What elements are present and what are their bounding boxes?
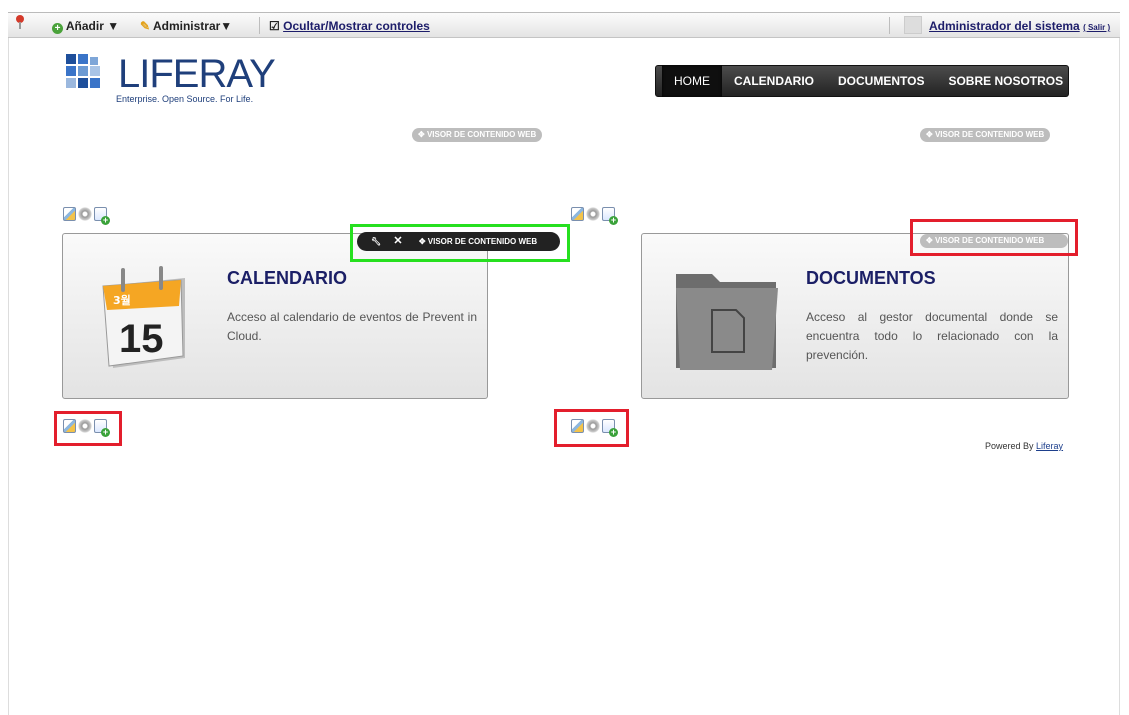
dockbar-divider	[259, 17, 260, 34]
logo-wordmark: LIFERAY	[118, 52, 276, 96]
portlet-actions	[571, 207, 619, 225]
move-icon: ✥	[418, 130, 425, 139]
add-page-icon[interactable]	[601, 207, 619, 225]
gear-icon[interactable]	[78, 207, 92, 221]
pencil-icon: ✎	[140, 19, 151, 33]
calendar-icon: 3월 15	[99, 264, 191, 370]
portlet-label-text: VISOR DE CONTENIDO WEB	[426, 130, 537, 139]
nav-item-sobre-nosotros[interactable]: SOBRE NOSOTROS	[936, 65, 1075, 97]
nav-item-home[interactable]: HOME	[662, 65, 722, 97]
highlight-red	[910, 219, 1078, 256]
portlet-label-top-left[interactable]: ✥ VISOR DE CONTENIDO WEB	[412, 128, 543, 142]
calendar-icon-month: 3월	[113, 293, 131, 307]
highlight-green	[350, 224, 570, 262]
logout-link[interactable]: ( Salir )	[1083, 23, 1110, 32]
liferay-pin-icon[interactable]	[14, 13, 26, 37]
add-menu[interactable]: + Añadir ▼	[52, 13, 119, 37]
add-page-icon[interactable]	[93, 207, 111, 225]
highlight-red	[54, 411, 122, 446]
user-name[interactable]: Administrador del sistema	[929, 19, 1080, 33]
portlet-actions	[63, 207, 111, 225]
powered-by: Powered By Liferay	[985, 441, 1063, 451]
portlet-label-text: VISOR DE CONTENIDO WEB	[934, 130, 1045, 139]
toggle-controls[interactable]: ☑ Ocultar/Mostrar controles	[269, 13, 430, 37]
dockbar-divider	[889, 17, 890, 34]
manage-menu-label: Administrar▼	[152, 19, 233, 33]
portlet-label-top-right[interactable]: ✥ VISOR DE CONTENIDO WEB	[920, 128, 1051, 142]
logo-tagline: Enterprise. Open Source. For Life.	[116, 94, 254, 104]
liferay-logo-icon	[66, 54, 100, 88]
checkbox-icon: ☑	[269, 19, 280, 33]
liferay-link[interactable]: Liferay	[1036, 441, 1063, 451]
calendar-title: CALENDARIO	[227, 268, 347, 288]
highlight-red	[554, 409, 629, 447]
move-icon: ✥	[926, 130, 933, 139]
gear-icon[interactable]	[586, 207, 600, 221]
documents-description: Acceso al gestor documental donde se enc…	[806, 310, 1058, 362]
edit-icon[interactable]	[571, 207, 585, 221]
logo[interactable]: LIFERAY Enterprise. Open Source. For Lif…	[66, 52, 276, 124]
add-icon: +	[52, 23, 63, 34]
nav-item-calendario[interactable]: CALENDARIO	[722, 65, 826, 97]
documents-title: DOCUMENTOS	[806, 268, 936, 288]
dockbar: + Añadir ▼ ✎ Administrar▼ ☑ Ocultar/Most…	[8, 12, 1120, 38]
user-menu[interactable]: Administrador del sistema ( Salir )	[929, 13, 1110, 37]
manage-menu[interactable]: ✎ Administrar▼	[140, 13, 232, 37]
calendar-icon-day: 15	[119, 317, 164, 361]
calendar-description: Acceso al calendario de eventos de Preve…	[227, 310, 477, 343]
nav-item-documentos[interactable]: DOCUMENTOS	[826, 65, 936, 97]
documents-card[interactable]: DOCUMENTOS Acceso al gestor documental d…	[641, 233, 1069, 399]
add-menu-label: Añadir ▼	[65, 19, 120, 33]
powered-by-text: Powered By	[985, 441, 1037, 451]
folder-icon	[672, 264, 782, 372]
toggle-controls-label: Ocultar/Mostrar controles	[283, 19, 430, 33]
main-navigation: HOME CALENDARIO DOCUMENTOS SOBRE NOSOTRO…	[655, 65, 1069, 97]
edit-icon[interactable]	[63, 207, 77, 221]
avatar-icon	[904, 16, 922, 34]
user-avatar[interactable]	[904, 13, 922, 37]
